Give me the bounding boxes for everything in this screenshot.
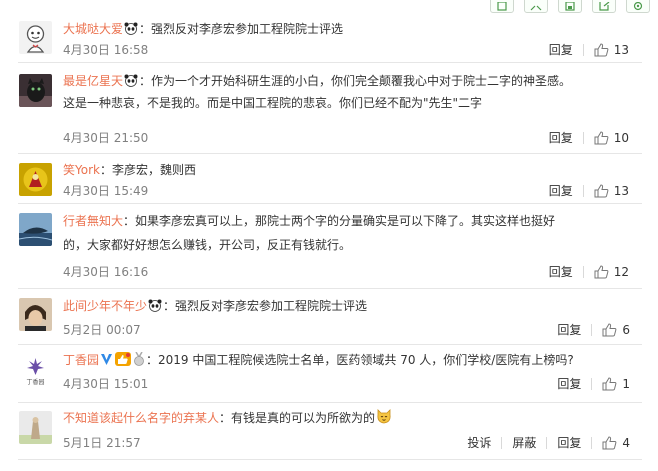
like-count: 12 [613, 265, 629, 279]
comment-meta: 5月2日 00:07 回复 6 [63, 320, 630, 340]
username-link[interactable]: 丁香园 [63, 353, 99, 367]
comment-body: 李彦宏，魏则西 [111, 163, 196, 177]
reply-button[interactable]: 回复 [549, 40, 573, 60]
like-count: 13 [613, 184, 629, 198]
comment-item: 丁香园 丁香园 ：2019 中国工程院候选院士名单，医药领域共 70 人，你们学校… [18, 345, 642, 403]
comment-date: 4月30日 16:58 [63, 43, 149, 57]
divider [501, 437, 503, 449]
comment-text: 笑York：李彦宏，魏则西 [63, 163, 196, 177]
username-link[interactable]: 行者無知大 [63, 214, 123, 228]
like-count: 10 [613, 131, 629, 145]
reply-button[interactable]: 回复 [549, 181, 573, 201]
comment-date: 4月30日 15:49 [63, 184, 149, 198]
comment-text: 行者無知大：如果李彦宏真可以上，那院士两个字的分量确实是可以下降了。其实这样也挺… [63, 214, 556, 228]
username-link[interactable]: 笑York [63, 163, 100, 177]
divider [546, 437, 548, 449]
thumbs-up-icon [594, 265, 609, 279]
reply-button[interactable]: 回复 [549, 262, 573, 282]
comment-body-continued: 这是一种悲哀，不是我的。而是中国工程院的悲哀。你们已经不配为"先生"二字 [63, 96, 483, 110]
comment-body: 强烈反对李彦宏参加工程院院士评选 [175, 299, 368, 313]
comment-item: 行者無知大：如果李彦宏真可以上，那院士两个字的分量确实是可以下降了。其实这样也挺… [18, 204, 642, 289]
comment-list: 大城哒大爱 ：强烈反对李彦宏参加工程院院士评选 4月30日 16:58 回复 13 [18, 12, 642, 460]
comment-body: 如果李彦宏真可以上，那院士两个字的分量确实是可以下降了。其实这样也挺好 [135, 214, 556, 228]
comment-text: 大城哒大爱 ：强烈反对李彦宏参加工程院院士评选 [63, 19, 638, 41]
avatar[interactable] [19, 298, 52, 331]
comment-body: 强烈反对李彦宏参加工程院院士评选 [151, 22, 344, 36]
comment-date: 4月30日 16:16 [63, 265, 149, 279]
comment-text: 丁香园 ：2019 中国工程院候选院士名单，医药领域共 70 人，你们学校/医院有… [63, 350, 638, 372]
thumbs-up-badge-icon [115, 352, 132, 372]
comment-body: 2019 中国工程院候选院士名单，医药领域共 70 人，你们学校/医院有上榜吗? [158, 353, 574, 367]
avatar[interactable] [19, 411, 52, 444]
comment-text: 不知道该起什么名字的弃某人：有钱是真的可以为所欲为的 [63, 408, 638, 430]
like-count: 6 [622, 323, 630, 337]
comment-text: 最是亿星天 ：作为一个才开始科研生涯的小白，你们完全颠覆我心中对于院士二字的神圣感… [63, 71, 638, 93]
like-button[interactable]: 13 [594, 181, 629, 201]
comment-date: 4月30日 15:01 [63, 377, 149, 391]
avatar[interactable] [19, 74, 52, 107]
thumbs-up-icon [602, 377, 617, 391]
divider [591, 437, 593, 449]
comment-date: 5月2日 00:07 [63, 323, 141, 337]
comment-body-continued: 的，大家都好好想怎么赚钱，开公司，反正有钱就行。 [63, 238, 352, 252]
verified-v-icon [100, 352, 113, 372]
comment-meta: 4月30日 16:58 回复 13 [63, 40, 629, 60]
thumbs-up-icon [594, 184, 609, 198]
panda-emoji-icon [148, 298, 162, 318]
comment-body: 有钱是真的可以为所欲为的 [231, 411, 376, 425]
thumbs-up-icon [602, 323, 617, 337]
smiling-cat-emoji-icon [376, 409, 392, 430]
like-button[interactable]: 1 [602, 374, 630, 394]
comment-body: 作为一个才开始科研生涯的小白，你们完全颠覆我心中对于院士二字的神圣感。 [151, 74, 572, 88]
username-link[interactable]: 此间少年不年少 [63, 299, 147, 313]
block-button[interactable]: 屏蔽 [512, 433, 536, 453]
username-link[interactable]: 最是亿星天 [63, 74, 123, 88]
like-count: 13 [613, 43, 629, 57]
comment-meta: 4月30日 16:16 回复 12 [63, 262, 629, 282]
comment-meta: 4月30日 21:50 回复 10 [63, 128, 629, 148]
reply-button[interactable]: 回复 [549, 128, 573, 148]
comment-text: 此间少年不年少 ：强烈反对李彦宏参加工程院院士评选 [63, 296, 638, 318]
thumbs-up-icon [602, 436, 617, 450]
like-button[interactable]: 12 [594, 262, 629, 282]
like-button[interactable]: 4 [602, 433, 630, 453]
divider [591, 324, 593, 336]
panda-emoji-icon [124, 73, 138, 93]
comment-item: 笑York：李彦宏，魏则西 4月30日 15:49 回复 13 [18, 154, 642, 204]
panda-emoji-icon [124, 21, 138, 41]
thumbs-up-icon [594, 43, 609, 57]
comment-item: 不知道该起什么名字的弃某人：有钱是真的可以为所欲为的 5月1日 21:57 投诉… [18, 403, 642, 460]
report-button[interactable]: 投诉 [467, 433, 491, 453]
comment-meta: 4月30日 15:49 回复 13 [63, 181, 629, 201]
like-button[interactable]: 10 [594, 128, 629, 148]
svg-text:丁香园: 丁香园 [26, 378, 44, 386]
avatar[interactable]: 丁香园 [19, 354, 52, 387]
like-button[interactable]: 6 [602, 320, 630, 340]
like-count: 1 [622, 377, 630, 391]
comment-item: 最是亿星天 ：作为一个才开始科研生涯的小白，你们完全颠覆我心中对于院士二字的神圣感… [18, 63, 642, 154]
comment-meta: 5月1日 21:57 投诉 屏蔽 回复 4 [63, 433, 630, 453]
like-button[interactable]: 13 [594, 40, 629, 60]
divider [582, 132, 584, 144]
avatar[interactable] [19, 163, 52, 196]
reply-button[interactable]: 回复 [557, 374, 581, 394]
comment-item: 此间少年不年少 ：强烈反对李彦宏参加工程院院士评选 5月2日 00:07 回复 6 [18, 289, 642, 345]
like-count: 4 [622, 436, 630, 450]
comment-date: 5月1日 21:57 [63, 436, 141, 450]
username-link[interactable]: 不知道该起什么名字的弃某人 [63, 411, 219, 425]
divider [582, 44, 584, 56]
divider [582, 266, 584, 278]
comment-meta: 4月30日 15:01 回复 1 [63, 374, 630, 394]
divider [591, 378, 593, 390]
comment-date: 4月30日 21:50 [63, 131, 149, 145]
divider [582, 185, 584, 197]
reply-button[interactable]: 回复 [557, 320, 581, 340]
comment-item: 大城哒大爱 ：强烈反对李彦宏参加工程院院士评选 4月30日 16:58 回复 13 [18, 12, 642, 63]
medal-icon [133, 351, 145, 372]
avatar[interactable] [19, 213, 52, 246]
username-link[interactable]: 大城哒大爱 [63, 22, 123, 36]
thumbs-up-icon [594, 131, 609, 145]
reply-button[interactable]: 回复 [557, 433, 581, 453]
avatar[interactable] [19, 21, 52, 54]
